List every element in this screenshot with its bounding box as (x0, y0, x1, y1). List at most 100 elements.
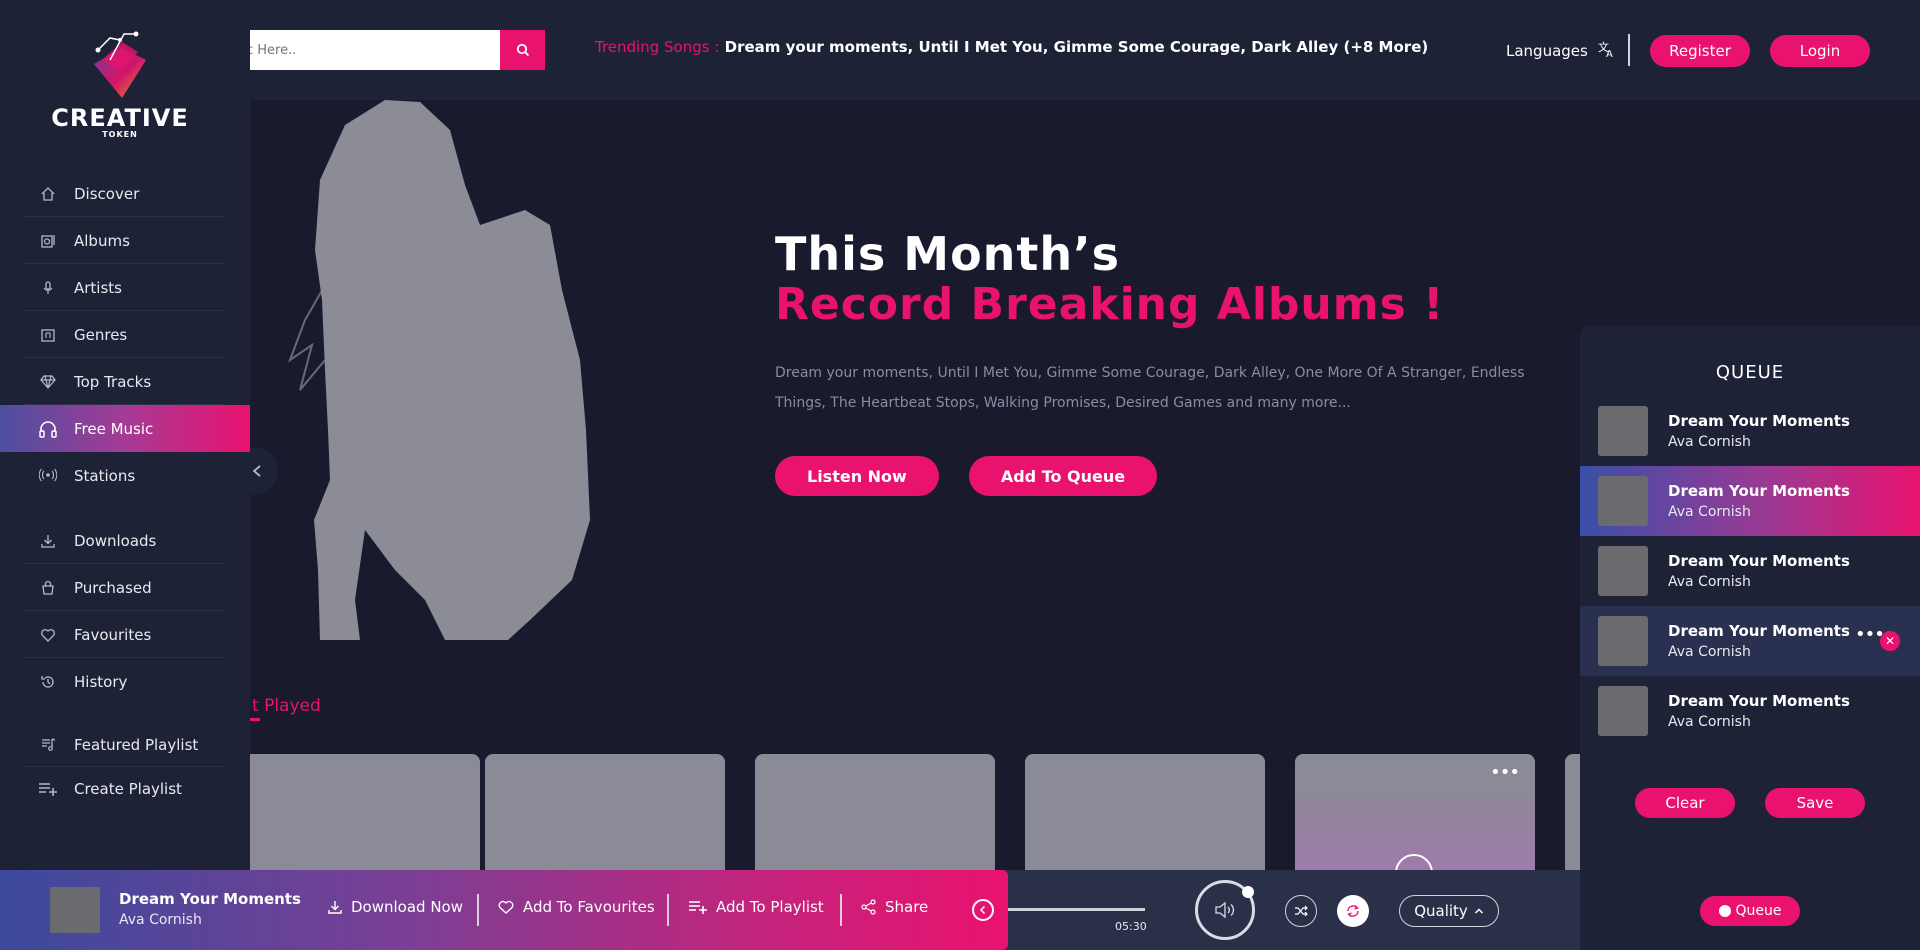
queue-item-song: Dream Your Moments (1668, 482, 1850, 500)
player-collapse-button[interactable] (972, 899, 994, 921)
queue-item-hovered[interactable]: Dream Your Moments Ava Cornish ••• ✕ (1580, 606, 1920, 676)
queue-item-thumbnail (1598, 546, 1648, 596)
play-icon[interactable] (1395, 854, 1433, 870)
add-to-favourites-label: Add To Favourites (523, 898, 655, 916)
queue-item[interactable]: Dream Your Moments Ava Cornish (1580, 536, 1920, 606)
brand-name: CREATIVE (51, 104, 189, 132)
sidebar-item-stations[interactable]: Stations (0, 452, 250, 499)
album-card[interactable] (485, 754, 725, 870)
queue-item-active[interactable]: Dream Your Moments Ava Cornish (1580, 466, 1920, 536)
sidebar-item-create-playlist[interactable]: Create Playlist (0, 767, 250, 811)
register-button[interactable]: Register (1650, 35, 1750, 67)
queue-toggle-label: Queue (1735, 903, 1782, 919)
more-options-icon[interactable]: ••• (1490, 764, 1520, 782)
heart-icon (38, 625, 58, 645)
queue-item-artist: Ava Cornish (1668, 644, 1751, 660)
album-card[interactable]: ••• (1295, 754, 1535, 870)
volume-knob[interactable] (1242, 886, 1254, 898)
add-to-playlist-button[interactable]: Add To Playlist (688, 898, 824, 916)
heart-icon (497, 899, 515, 915)
sidebar-item-artists[interactable]: Artists (0, 264, 250, 311)
search-input[interactable] (240, 30, 500, 70)
add-to-favourites-button[interactable]: Add To Favourites (497, 898, 655, 916)
sidebar-item-favourites[interactable]: Favourites (0, 611, 250, 658)
album-card[interactable] (250, 754, 480, 870)
album-icon (38, 231, 58, 251)
translate-icon: 文A (1598, 40, 1616, 62)
logo[interactable]: CREATIVE TOKEN (40, 30, 200, 140)
sidebar-item-featured-playlist[interactable]: Featured Playlist (0, 723, 250, 767)
trending-label: Trending Songs : (595, 38, 720, 56)
hero-artist-silhouette (287, 100, 590, 640)
sidebar: CREATIVE TOKEN Discover Albums Artists G… (0, 0, 250, 870)
add-playlist-icon (38, 779, 58, 799)
quality-label: Quality (1414, 902, 1468, 920)
close-icon[interactable]: ✕ (1880, 631, 1900, 651)
header-divider (1628, 34, 1630, 66)
player-thumbnail (50, 887, 100, 933)
microphone-icon (38, 278, 58, 298)
top-header: Trending Songs : Dream your moments, Unt… (0, 0, 1920, 100)
trending-songs: Trending Songs : Dream your moments, Unt… (595, 38, 1428, 56)
repeat-button[interactable] (1337, 895, 1369, 927)
volume-control[interactable] (1195, 880, 1255, 940)
progress-bar[interactable] (1008, 908, 1145, 911)
save-queue-button[interactable]: Save (1765, 788, 1865, 818)
add-to-queue-button[interactable]: Add To Queue (968, 456, 1158, 496)
queue-item-artist: Ava Cornish (1668, 504, 1751, 520)
queue-icon (1718, 905, 1731, 917)
sidebar-item-free-music[interactable]: Free Music (0, 405, 250, 452)
hero-description: Dream your moments, Until I Met You, Gim… (775, 365, 1525, 411)
sidebar-nav: Discover Albums Artists Genres Top Track… (0, 170, 250, 811)
svg-text:A: A (1606, 49, 1613, 58)
search-icon (516, 43, 529, 57)
sidebar-item-genres[interactable]: Genres (0, 311, 250, 358)
clear-queue-button[interactable]: Clear (1635, 788, 1735, 818)
sidebar-item-top-tracks[interactable]: Top Tracks (0, 358, 250, 405)
languages-button[interactable]: Languages 文A (1506, 40, 1616, 62)
queue-title: QUEUE (1715, 362, 1785, 383)
queue-item[interactable]: Dream Your Moments Ava Cornish (1580, 396, 1920, 466)
recently-played-title: t Played (252, 696, 332, 716)
player-artist: Ava Cornish (119, 912, 202, 928)
hero-title-line2: Record Breaking Albums ! (775, 279, 1445, 330)
shuffle-button[interactable] (1285, 895, 1317, 927)
player-divider (667, 894, 669, 926)
queue-panel: QUEUE Dream Your Moments Ava Cornish Drea… (1580, 326, 1920, 950)
home-icon (38, 184, 58, 204)
search-button[interactable] (500, 30, 545, 70)
sidebar-item-albums[interactable]: Albums (0, 217, 250, 264)
section-title-text: t Played (252, 696, 321, 716)
queue-item[interactable]: Dream Your Moments Ava Cornish (1580, 676, 1920, 746)
album-card[interactable] (755, 754, 995, 870)
sidebar-item-purchased[interactable]: Purchased (0, 564, 250, 611)
add-playlist-icon (688, 899, 708, 915)
player-bar: Dream Your Moments Ava Cornish Download … (0, 870, 1580, 950)
player-song-title: Dream Your Moments (119, 890, 301, 908)
hero-buttons: Listen Now Add To Queue (775, 456, 1535, 496)
player-track-info: Dream Your Moments Ava Cornish Download … (0, 870, 1008, 950)
sidebar-item-discover[interactable]: Discover (0, 170, 250, 217)
quality-dropdown[interactable]: Quality (1399, 895, 1499, 927)
share-button[interactable]: Share (861, 898, 928, 916)
chevron-up-icon (1474, 908, 1483, 914)
download-now-button[interactable]: Download Now (327, 898, 463, 916)
queue-item-song: Dream Your Moments (1668, 412, 1850, 430)
login-button[interactable]: Login (1770, 35, 1870, 67)
queue-item-song: Dream Your Moments (1668, 552, 1850, 570)
sidebar-item-history[interactable]: History (0, 658, 250, 705)
album-card[interactable] (1565, 754, 1580, 870)
album-card[interactable] (1025, 754, 1265, 870)
bag-icon (38, 578, 58, 598)
queue-toggle-button[interactable]: Queue (1700, 896, 1800, 926)
chevron-left-icon (979, 905, 986, 915)
sidebar-item-label: Top Tracks (74, 372, 152, 391)
queue-item-artist: Ava Cornish (1668, 714, 1751, 730)
download-icon (38, 531, 58, 551)
trending-list[interactable]: Dream your moments, Until I Met You, Gim… (725, 38, 1429, 56)
listen-now-button[interactable]: Listen Now (775, 456, 939, 496)
recently-played-cards: ••• (250, 754, 1580, 870)
queue-item-thumbnail (1598, 616, 1648, 666)
sidebar-item-downloads[interactable]: Downloads (0, 517, 250, 564)
